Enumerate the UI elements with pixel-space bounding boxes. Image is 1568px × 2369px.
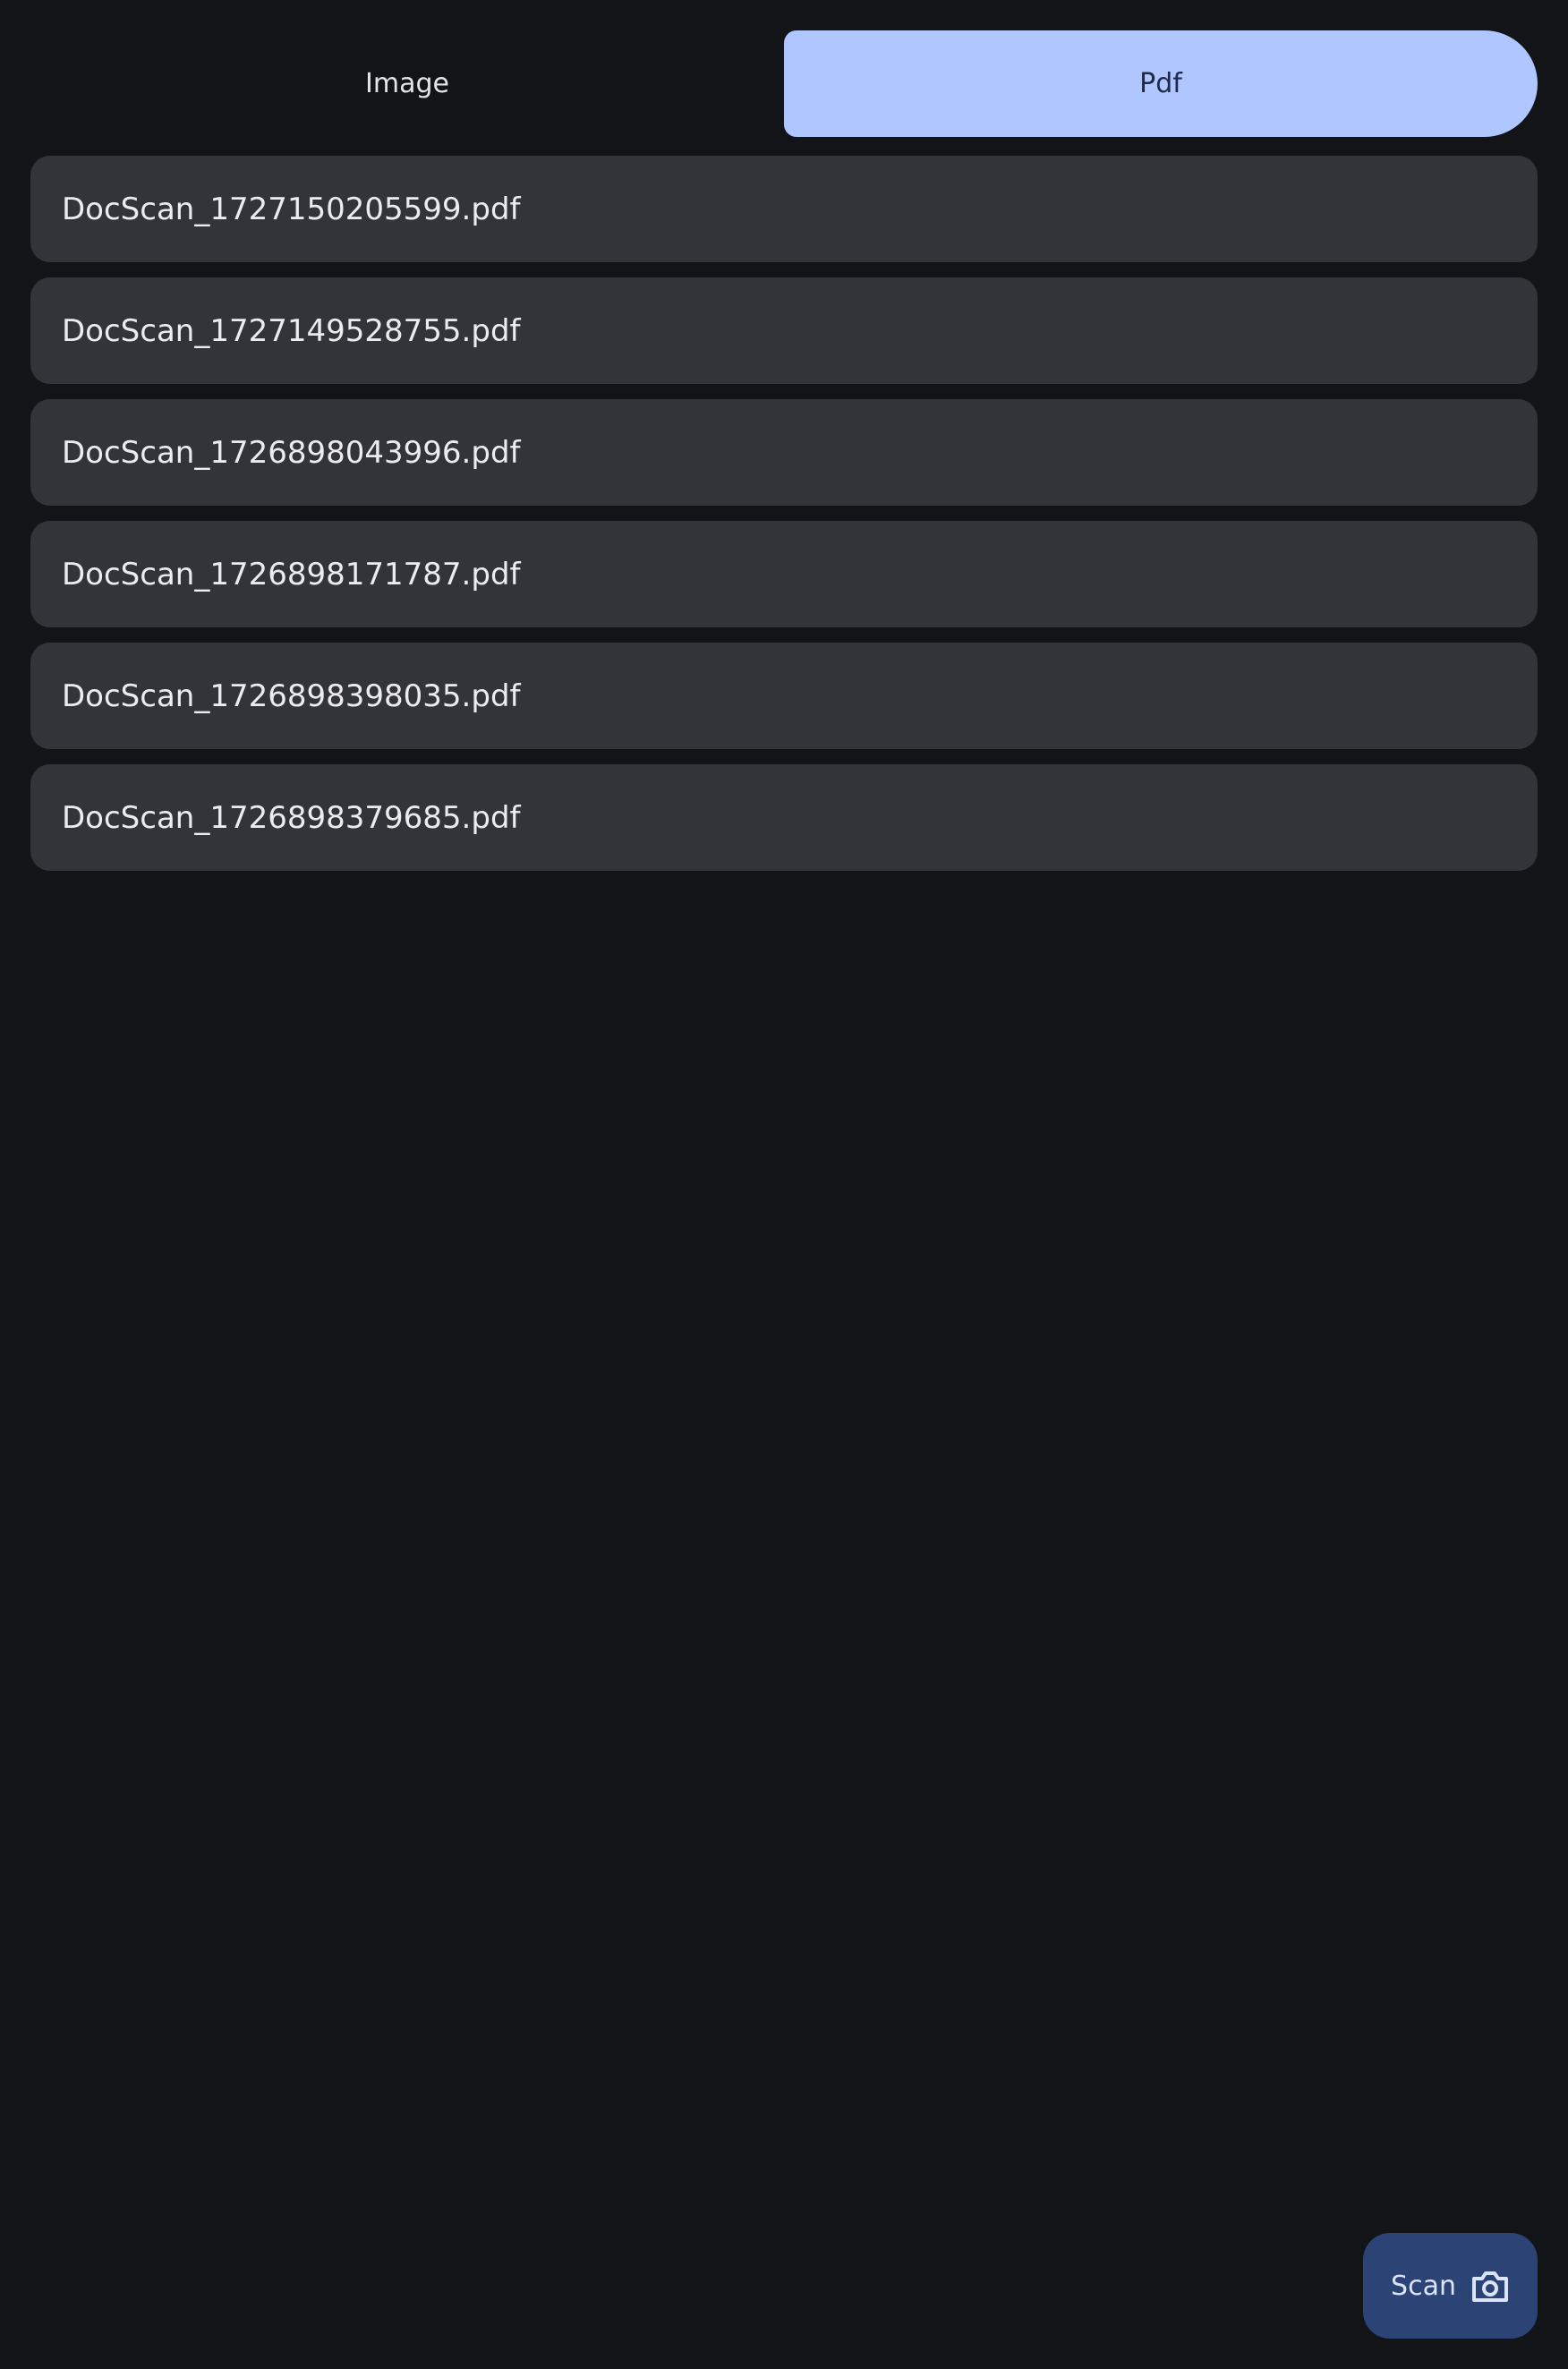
list-item[interactable]: DocScan_1726898379685.pdf (30, 764, 1538, 871)
tab-pdf-label: Pdf (1139, 68, 1182, 99)
file-name: DocScan_1726898043996.pdf (62, 434, 521, 471)
file-name: DocScan_1726898171787.pdf (62, 556, 521, 592)
list-item[interactable]: DocScan_1726898043996.pdf (30, 399, 1538, 506)
file-name: DocScan_1726898398035.pdf (62, 677, 521, 714)
tab-pdf[interactable]: Pdf (784, 30, 1538, 137)
list-item[interactable]: DocScan_1726898171787.pdf (30, 521, 1538, 627)
tab-bar: Image Pdf (30, 30, 1538, 137)
list-item[interactable]: DocScan_1727149528755.pdf (30, 277, 1538, 384)
file-list: DocScan_1727150205599.pdf DocScan_172714… (30, 156, 1538, 871)
file-name: DocScan_1727150205599.pdf (62, 191, 521, 227)
list-item[interactable]: DocScan_1727150205599.pdf (30, 156, 1538, 262)
file-name: DocScan_1727149528755.pdf (62, 312, 521, 349)
scan-button[interactable]: Scan (1363, 2233, 1538, 2339)
tab-image[interactable]: Image (30, 30, 784, 137)
file-name: DocScan_1726898379685.pdf (62, 799, 521, 836)
tab-image-label: Image (365, 68, 449, 99)
camera-icon (1470, 2268, 1510, 2304)
list-item[interactable]: DocScan_1726898398035.pdf (30, 643, 1538, 749)
scan-button-label: Scan (1391, 2270, 1456, 2302)
